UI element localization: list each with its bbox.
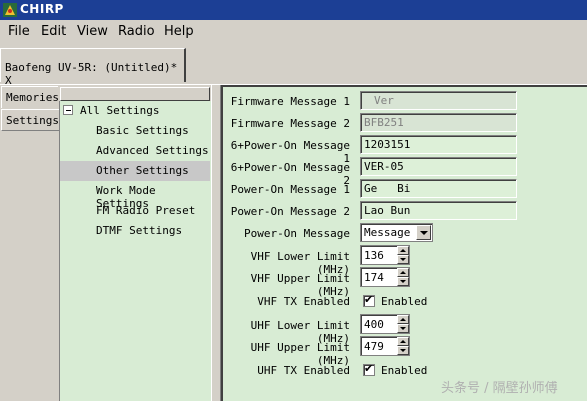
power-on-message-select[interactable]: Message (360, 223, 433, 242)
power-on-message-2-value: Lao Bun (364, 204, 411, 217)
tab-settings[interactable]: Settings (1, 109, 59, 131)
uhf-tx-enabled-text: Enabled (381, 364, 428, 377)
tree-item-work-mode-settings[interactable]: Work Mode Settings (60, 181, 210, 210)
menu-file[interactable]: File (8, 24, 30, 39)
menu-bar: File Edit View Radio Help (0, 20, 587, 44)
spinner-buttons (397, 315, 409, 333)
tree-item-label: Basic Settings (96, 124, 189, 137)
tree-item-advanced-settings[interactable]: Advanced Settings (60, 141, 210, 161)
spin-up-icon[interactable] (397, 246, 409, 255)
power-on-message-2-field[interactable]: Lao Bun (360, 201, 517, 220)
uhf-upper-limit-value: 479 (364, 340, 384, 353)
power-on-message-1-field[interactable]: Ge Bi (360, 179, 517, 198)
menu-radio[interactable]: Radio (118, 24, 155, 39)
tree-item-fm-radio-preset[interactable]: FM Radio Preset (60, 201, 210, 221)
tree-item-dtmf-settings[interactable]: DTMF Settings (60, 221, 210, 241)
vhf-tx-enabled-text: Enabled (381, 295, 428, 308)
document-tab[interactable]: Baofeng UV-5R: (Untitled)* X (0, 48, 186, 87)
tree-item-label: All Settings (80, 104, 160, 117)
power-on-message-2-label: Power-On Message 2 (230, 205, 350, 218)
tree-item-basic-settings[interactable]: Basic Settings (60, 121, 210, 141)
chirp-app-icon (3, 3, 17, 17)
vhf-tx-enabled-label: VHF TX Enabled (257, 295, 350, 308)
firmware-message-1-value: Ver (374, 94, 394, 107)
dropdown-arrow-icon[interactable] (416, 225, 431, 240)
spinner-buttons (397, 268, 409, 286)
power-on-message-1-label: Power-On Message 1 (230, 183, 350, 196)
tree-item-label: Other Settings (96, 164, 189, 177)
tree-item-label: Advanced Settings (96, 144, 209, 157)
firmware-message-2-value: BFB251 (364, 116, 404, 129)
menu-edit[interactable]: Edit (41, 24, 66, 39)
tree-item-all-settings[interactable]: All Settings (60, 101, 210, 121)
tab-memories-label: Memories (6, 91, 59, 104)
spin-up-icon[interactable] (397, 337, 409, 346)
power-on-message-label: Power-On Message (244, 227, 350, 240)
spin-up-icon[interactable] (397, 268, 409, 277)
tree-item-other-settings[interactable]: Other Settings (60, 161, 210, 181)
spin-down-icon[interactable] (397, 255, 409, 264)
menu-help[interactable]: Help (164, 24, 194, 39)
uhf-lower-limit-spinner[interactable]: 400 (360, 314, 410, 334)
uhf-tx-enabled-checkbox[interactable] (363, 362, 375, 376)
firmware-message-1-label: Firmware Message 1 (230, 95, 350, 108)
uhf-tx-enabled-label: UHF TX Enabled (257, 364, 350, 377)
spin-up-icon[interactable] (397, 315, 409, 324)
collapse-icon[interactable] (63, 105, 73, 115)
tab-settings-label: Settings (6, 114, 59, 127)
power-on-6-message-1-value: 1203151 (364, 138, 411, 151)
spinner-buttons (397, 337, 409, 355)
spin-down-icon[interactable] (397, 277, 409, 286)
uhf-lower-limit-value: 400 (364, 318, 384, 331)
tree-header (60, 87, 210, 101)
document-tab-bar: Baofeng UV-5R: (Untitled)* X (0, 44, 587, 87)
firmware-message-2-field: BFB251 (360, 113, 517, 132)
vhf-lower-limit-spinner[interactable]: 136 (360, 245, 410, 265)
settings-panel: Firmware Message 1 Ver Firmware Message … (221, 85, 587, 401)
tree-item-label: DTMF Settings (96, 224, 183, 237)
tree-item-label: FM Radio Preset (96, 204, 196, 217)
tab-memories[interactable]: Memories (1, 86, 59, 108)
power-on-6-message-2-value: VER-05 (364, 160, 404, 173)
vhf-upper-limit-spinner[interactable]: 174 (360, 267, 410, 287)
power-on-message-1-value: Ge Bi (364, 182, 411, 195)
firmware-message-2-label: Firmware Message 2 (230, 117, 350, 130)
vhf-tx-enabled-checkbox[interactable] (363, 293, 375, 307)
title-bar: CHIRP (0, 0, 587, 20)
power-on-message-value: Message (364, 226, 411, 239)
watermark: 头条号 / 隔壁孙师傅 (441, 381, 558, 396)
window-title: CHIRP (20, 2, 64, 16)
vhf-lower-limit-value: 136 (364, 249, 384, 262)
vhf-upper-limit-value: 174 (364, 271, 384, 284)
uhf-upper-limit-spinner[interactable]: 479 (360, 336, 410, 356)
pane-splitter[interactable] (211, 85, 221, 401)
firmware-message-1-field: Ver (360, 91, 517, 110)
editor-frame: Memories Settings All Settings Basic Set… (0, 84, 587, 401)
power-on-6-message-2-field[interactable]: VER-05 (360, 157, 517, 176)
settings-tree: All Settings Basic Settings Advanced Set… (59, 101, 211, 401)
spin-down-icon[interactable] (397, 346, 409, 355)
power-on-6-message-1-field[interactable]: 1203151 (360, 135, 517, 154)
menu-view[interactable]: View (77, 24, 108, 39)
spinner-buttons (397, 246, 409, 264)
spin-down-icon[interactable] (397, 324, 409, 333)
